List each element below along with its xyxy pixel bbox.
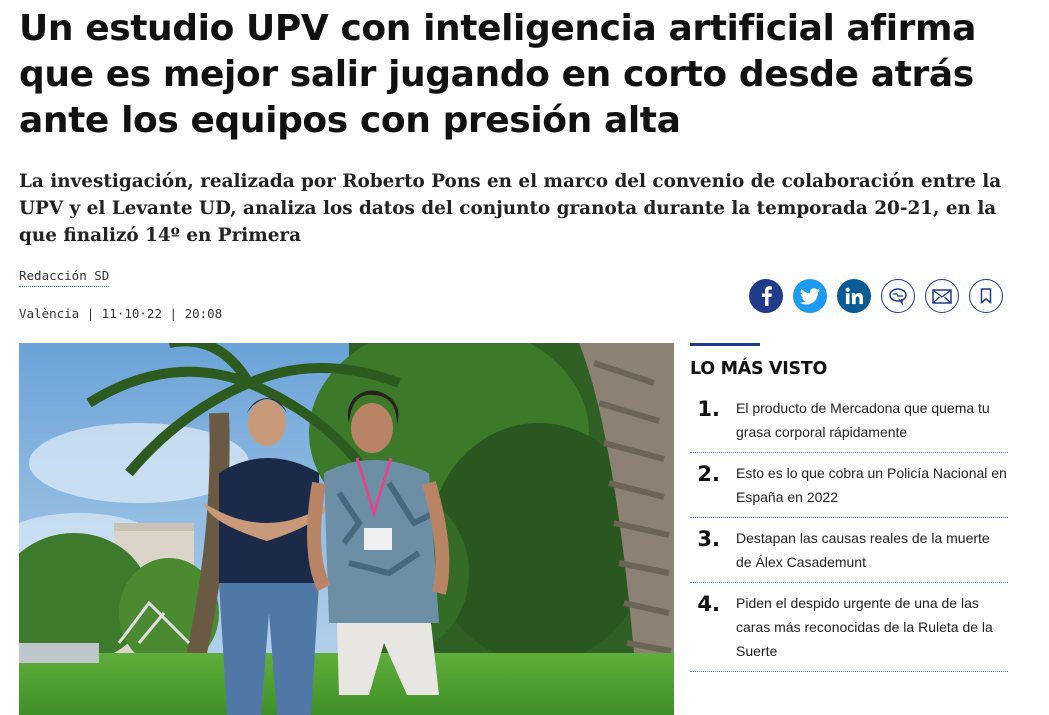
list-item[interactable]: 4. Piden el despido urgente de una de la… — [690, 583, 1008, 672]
article-headline: Un estudio UPV con inteligencia artifici… — [19, 8, 976, 141]
comment-button[interactable] — [881, 279, 915, 313]
rank-number: 3. — [697, 527, 720, 551]
facebook-icon — [762, 286, 772, 306]
linkedin-icon — [845, 287, 863, 305]
article-dateline: València | 11·10·22 | 20:08 — [19, 306, 223, 321]
article-photo[interactable] — [19, 343, 674, 715]
bookmark-button[interactable] — [969, 279, 1003, 313]
linkedin-share-button[interactable] — [837, 279, 871, 313]
article-link[interactable]: Esto es lo que cobra un Policía Nacional… — [736, 461, 1008, 509]
list-item[interactable]: 1. El producto de Mercadona que quema tu… — [690, 388, 1008, 453]
most-viewed-panel: LO MÁS VISTO 1. El producto de Mercadona… — [690, 343, 1008, 672]
rank-number: 2. — [697, 462, 720, 486]
email-share-button[interactable] — [925, 279, 959, 313]
share-bar — [749, 279, 1003, 313]
article-subheadline: La investigación, realizada por Roberto … — [19, 171, 1002, 246]
email-icon — [932, 288, 952, 304]
rank-number: 4. — [697, 592, 720, 616]
article-link[interactable]: Destapan las causas reales de la muerte … — [736, 526, 1008, 574]
comment-icon — [889, 288, 907, 305]
facebook-share-button[interactable] — [749, 279, 783, 313]
rank-number: 1. — [697, 397, 720, 421]
twitter-share-button[interactable] — [793, 279, 827, 313]
section-accent-bar — [690, 343, 760, 346]
bookmark-icon — [980, 288, 992, 304]
list-item[interactable]: 3. Destapan las causas reales de la muer… — [690, 518, 1008, 583]
twitter-icon — [800, 287, 820, 304]
article-link[interactable]: Piden el despido urgente de una de las c… — [736, 591, 1008, 663]
list-item[interactable]: 2. Esto es lo que cobra un Policía Nacio… — [690, 453, 1008, 518]
article-link[interactable]: El producto de Mercadona que quema tu gr… — [736, 396, 1008, 444]
author-link[interactable]: Redacción SD — [19, 268, 110, 287]
most-viewed-title: LO MÁS VISTO — [690, 359, 828, 379]
most-viewed-list: 1. El producto de Mercadona que quema tu… — [690, 388, 1008, 672]
